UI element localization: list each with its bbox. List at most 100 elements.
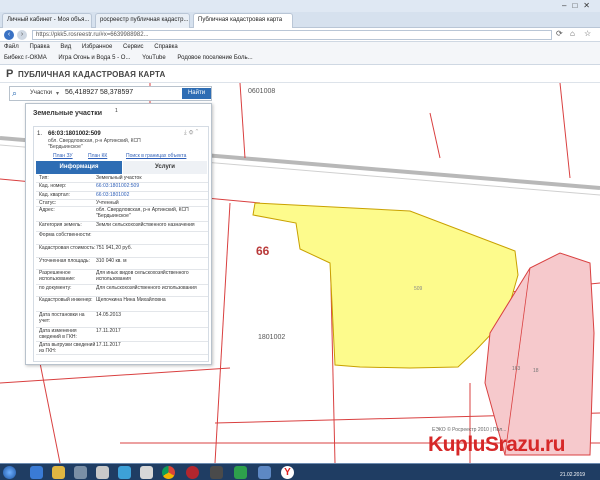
info-row: Уточненная площадь: 310 040 кв. м — [36, 258, 208, 270]
plan-zu-link[interactable]: План ЗУ — [53, 153, 73, 159]
window-controls[interactable]: –□✕ — [562, 1, 596, 10]
info-row: Разрешенное использование: Для иных видов… — [36, 270, 208, 285]
info-row: Категория земель: Земли сельскохозяйствен… — [36, 222, 208, 232]
tab-strip: Личный кабинет - Моя объя... росреестр п… — [0, 12, 600, 28]
info-key: Форма собственности: — [39, 232, 92, 238]
selected-parcel[interactable] — [252, 202, 519, 369]
info-row: Тип: Земельный участок — [36, 175, 208, 183]
opera-icon[interactable] — [186, 466, 199, 479]
address-bar[interactable]: https://pkk5.rosreestr.ru/#x=6639988982.… — [32, 30, 552, 40]
info-row: Адрес: обл. Свердловская, р-н Артинский, … — [36, 207, 208, 222]
bookmark-item[interactable]: Бибекс г-ОКМА — [4, 55, 47, 61]
info-key: Категория земель: — [39, 222, 82, 228]
info-key: Уточненная площадь: — [39, 258, 90, 264]
info-key: Кадастровая стоимость: — [39, 245, 96, 251]
info-row: по документу: Для сельскохозяйственного и… — [36, 285, 208, 297]
info-key: Адрес: — [39, 207, 55, 213]
watermark: KupluSrazu.ru — [428, 433, 566, 456]
info-row: Кадастровая стоимость: 751 941,20 руб. — [36, 245, 208, 258]
bookmark-item[interactable]: YouTube — [142, 55, 166, 61]
folder-icon[interactable] — [52, 466, 65, 479]
parcel-label: 509 — [414, 286, 423, 292]
info-value: Щепочкина Нина Михайловна — [96, 297, 166, 303]
info-row: Дата постановки на учет: 14.05.2013 — [36, 312, 208, 328]
app-icon[interactable] — [96, 466, 109, 479]
chevron-down-icon[interactable]: ▾ — [56, 90, 59, 97]
item-number: 1. — [37, 131, 43, 137]
info-value: 17.11.2017 — [96, 328, 121, 334]
info-value: Учтенный — [96, 200, 119, 206]
refresh-icon[interactable]: ⟳ — [556, 29, 563, 38]
tab-services[interactable]: Услуги — [123, 161, 207, 174]
info-value: обл. Свердловская, р-н Артинский, КСП "Б… — [96, 207, 189, 219]
info-key: Разрешенное использование: — [39, 270, 76, 282]
menu-bar: Файл Правка Вид Избранное Сервис Справка — [0, 42, 600, 53]
search-icon: ⌕ — [12, 88, 18, 98]
back-icon[interactable]: ‹ — [4, 30, 14, 40]
cadastral-number[interactable]: 66:03:1801002:509 — [48, 131, 101, 137]
info-key: Дата выгрузки сведений из ГКН: — [39, 342, 96, 354]
forward-icon[interactable]: › — [17, 30, 27, 40]
info-key: Кад. номер: — [39, 183, 67, 189]
tab-label: Личный кабинет - Моя объя... — [7, 17, 90, 23]
info-row: Форма собственности: — [36, 232, 208, 245]
info-value[interactable]: 66:03:1801002 — [96, 192, 206, 198]
tab-cabinet[interactable]: Личный кабинет - Моя объя... — [2, 13, 92, 28]
site-header: Р ПУБЛИЧНАЯ КАДАСТРОВАЯ КАРТА — [0, 65, 600, 83]
info-value: Для сельскохозяйственного использования — [96, 285, 197, 291]
info-value: 310 040 кв. м — [96, 258, 127, 264]
bookmark-item[interactable]: Игра Огонь и Вода 5 - О... — [58, 55, 130, 61]
menu-view[interactable]: Вид — [60, 44, 71, 50]
info-key: Дата изменения сведений в ГКН: — [39, 328, 77, 340]
tab-search[interactable]: росреестр публичная кадастр... — [95, 13, 190, 28]
ie-icon[interactable] — [30, 466, 43, 479]
search-button[interactable]: Найти — [182, 88, 211, 99]
taskbar-clock: 21.02.2019 — [560, 472, 586, 478]
star-icon[interactable]: ☆ — [584, 29, 591, 38]
menu-file[interactable]: Файл — [4, 44, 19, 50]
start-icon[interactable] — [3, 466, 16, 479]
tab-cadastral-map[interactable]: Публичная кадастровая карта — [193, 13, 293, 28]
media-icon[interactable] — [74, 466, 87, 479]
block-label: 0601008 — [248, 88, 276, 95]
card-tools-icon[interactable]: ⤓⚙⌃ — [184, 130, 200, 137]
panel-title: Земельные участки — [33, 110, 103, 117]
block-label: 1801002 — [258, 334, 286, 341]
logo-icon: Р — [6, 68, 14, 80]
info-key: Кад. квартал: — [39, 192, 70, 198]
menu-edit[interactable]: Правка — [29, 44, 49, 50]
info-row: Дата изменения сведений в ГКН: 17.11.2017 — [36, 328, 208, 342]
menu-help[interactable]: Справка — [154, 44, 178, 50]
yandex-icon[interactable]: Y — [281, 466, 294, 479]
plan-kk-link[interactable]: План КК — [88, 153, 107, 159]
parcel-label: 18 — [533, 368, 539, 374]
tab-info[interactable]: Информация — [36, 161, 122, 174]
info-row: Кад. квартал: 66:03:1801002 — [36, 192, 208, 200]
info-key: Тип: — [39, 175, 49, 181]
category-select[interactable]: Участки — [30, 90, 52, 96]
chrome-icon[interactable] — [162, 466, 175, 479]
info-value: Земельный участок — [96, 175, 142, 181]
search-in-bounds-link[interactable]: Поиск в границах объекта — [126, 153, 186, 159]
skype-icon[interactable] — [118, 466, 131, 479]
home-icon[interactable]: ⌂ — [570, 29, 575, 38]
results-count: 1 — [115, 108, 118, 114]
navigation-bar: ‹ › https://pkk5.rosreestr.ru/#x=6639988… — [0, 28, 600, 42]
info-value: 751 941,20 руб. — [96, 245, 132, 251]
info-key: Статус: — [39, 200, 57, 206]
menu-favorites[interactable]: Избранное — [82, 44, 112, 50]
menu-tools[interactable]: Сервис — [123, 44, 144, 50]
app-icon[interactable] — [140, 466, 153, 479]
app-icon[interactable] — [210, 466, 223, 479]
info-value[interactable]: 66:03:1801002:509 — [96, 183, 206, 189]
bookmark-item[interactable]: Родовое поселение Боль... — [177, 55, 252, 61]
info-key: Дата постановки на учет: — [39, 312, 85, 324]
app-icon[interactable] — [258, 466, 271, 479]
window-titlebar: –□✕ — [0, 0, 600, 12]
info-row: Дата выгрузки сведений из ГКН: 17.11.2017 — [36, 342, 208, 355]
search-input[interactable]: 56,418927 58,378597 — [65, 89, 133, 96]
address-short: обл. Свердловская, р-н Артинский, КСП "Б… — [48, 138, 141, 150]
app-icon[interactable] — [234, 466, 247, 479]
info-value: 14.05.2013 — [96, 312, 122, 318]
site-title: ПУБЛИЧНАЯ КАДАСТРОВАЯ КАРТА — [18, 70, 166, 79]
